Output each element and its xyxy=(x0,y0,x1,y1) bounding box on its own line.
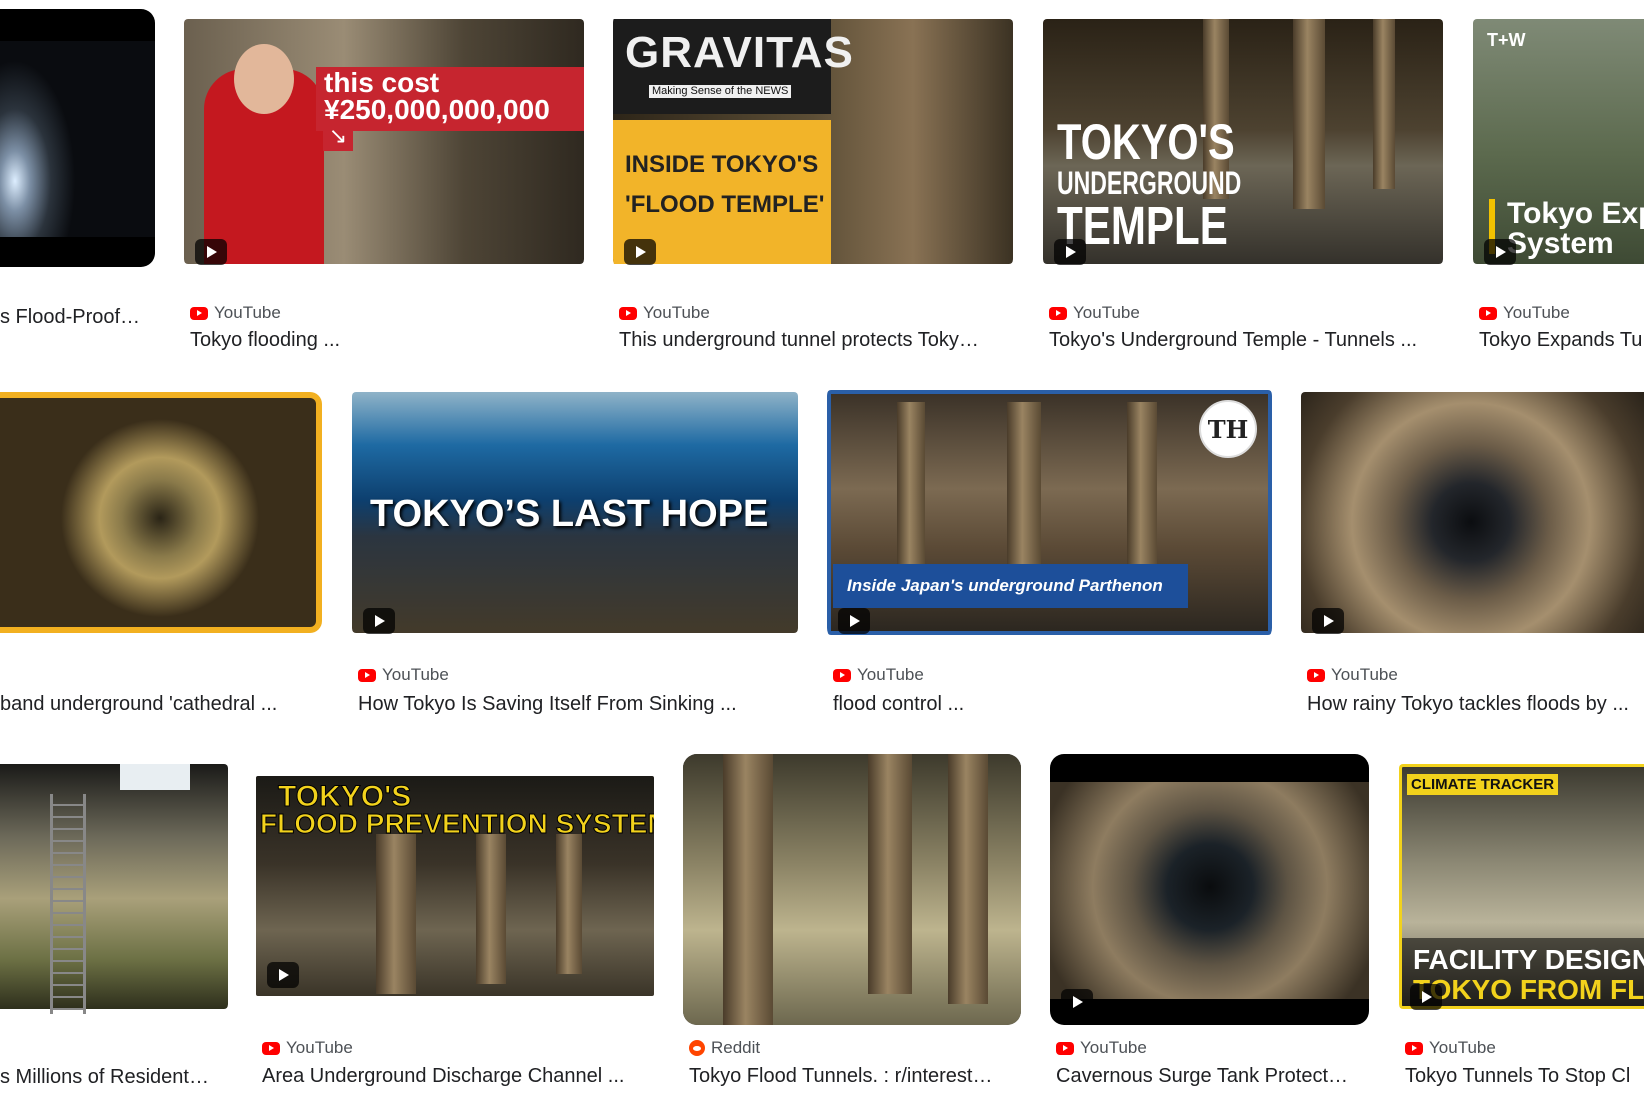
video-thumbnail[interactable]: TOKYO’S LAST HOPE xyxy=(352,382,798,642)
gravitas-logo: GRAVITAS xyxy=(625,28,854,77)
source-name: YouTube xyxy=(1080,1038,1147,1057)
source-name: YouTube xyxy=(214,303,281,322)
youtube-icon xyxy=(1049,306,1067,320)
result-title[interactable]: Area Underground Discharge Channel ... xyxy=(262,1065,652,1088)
result-source[interactable]: YouTube xyxy=(1056,1038,1147,1058)
video-thumbnail[interactable] xyxy=(1301,382,1644,642)
result-title[interactable]: band underground 'cathedral ... xyxy=(0,693,320,716)
source-name: YouTube xyxy=(857,665,924,684)
youtube-icon xyxy=(1405,1041,1423,1055)
thumbnail-caption: TOKYO'S xyxy=(1057,114,1235,170)
result-source[interactable]: YouTube xyxy=(619,303,710,323)
video-thumbnail[interactable] xyxy=(0,9,155,267)
thumbnail-tag: CLIMATE TRACKER xyxy=(1407,774,1559,795)
result-source[interactable]: YouTube xyxy=(262,1038,353,1058)
result-source[interactable]: YouTube xyxy=(1307,665,1398,685)
video-thumbnail[interactable]: T+W Tokyo Exp System xyxy=(1473,9,1644,273)
result-source[interactable]: YouTube xyxy=(190,303,281,323)
play-icon xyxy=(1061,989,1093,1015)
result-title[interactable]: flood control ... xyxy=(833,693,1273,716)
result-title[interactable]: Tokyo flooding ... xyxy=(190,329,580,352)
thumbnail-tagline: Making Sense of the NEWS xyxy=(649,85,792,98)
thumbnail-caption: ¥250,000,000,000 xyxy=(324,94,550,125)
result-title[interactable]: Cavernous Surge Tank Protect… xyxy=(1056,1065,1369,1088)
youtube-icon xyxy=(1307,668,1325,682)
youtube-icon xyxy=(833,668,851,682)
play-icon xyxy=(838,608,870,634)
source-name: Reddit xyxy=(711,1038,761,1057)
video-thumbnail[interactable]: TOKYO'S FLOOD PREVENTION SYSTEM xyxy=(256,754,654,1018)
source-name: YouTube xyxy=(286,1038,353,1057)
youtube-icon xyxy=(1479,306,1497,320)
youtube-icon xyxy=(358,668,376,682)
play-icon xyxy=(195,239,227,265)
result-source[interactable]: YouTube xyxy=(358,665,449,685)
thumbnail-caption: FACILITY DESIGN xyxy=(1413,944,1644,975)
play-icon xyxy=(267,962,299,988)
video-thumbnail[interactable]: TOKYO'S UNDERGROUND TEMPLE xyxy=(1043,9,1443,273)
result-title[interactable]: Tokyo Expands Tu xyxy=(1479,329,1644,352)
th-logo: TH xyxy=(1199,400,1257,458)
play-icon xyxy=(1054,239,1086,265)
result-title[interactable]: This underground tunnel protects Toky… xyxy=(619,329,1009,352)
play-icon xyxy=(1312,608,1344,634)
result-source[interactable]: Reddit xyxy=(689,1038,760,1058)
result-title[interactable]: Tokyo Tunnels To Stop Cl xyxy=(1405,1065,1644,1088)
result-source[interactable]: YouTube xyxy=(1479,303,1570,323)
youtube-icon xyxy=(262,1041,280,1055)
youtube-icon xyxy=(1056,1041,1074,1055)
result-source[interactable]: YouTube xyxy=(1049,303,1140,323)
video-thumbnail[interactable]: this cost ¥250,000,000,000 ↘ xyxy=(184,9,584,273)
arrow-down-right-icon: ↘ xyxy=(323,123,353,151)
video-thumbnail[interactable] xyxy=(683,754,1021,1025)
thumbnail-caption: INSIDE TOKYO'S xyxy=(625,151,819,178)
video-thumbnail[interactable] xyxy=(0,754,228,1018)
result-title[interactable]: How Tokyo Is Saving Itself From Sinking … xyxy=(358,693,798,716)
thumbnail-caption: Tokyo Exp xyxy=(1507,197,1644,230)
tw-logo: T+W xyxy=(1487,30,1526,50)
thumbnail-caption: FLOOD PREVENTION SYSTEM xyxy=(260,808,654,839)
thumbnail-caption: TOKYO FROM FL xyxy=(1413,974,1644,1005)
thumbnail-caption: TOKYO’S LAST HOPE xyxy=(370,493,769,535)
result-source[interactable]: YouTube xyxy=(1405,1038,1496,1058)
play-icon xyxy=(363,608,395,634)
source-name: YouTube xyxy=(1429,1038,1496,1057)
thumbnail-caption: System xyxy=(1507,227,1614,260)
play-icon xyxy=(1484,239,1516,265)
reddit-icon xyxy=(689,1040,705,1056)
result-title[interactable]: Tokyo's Underground Temple - Tunnels ... xyxy=(1049,329,1439,352)
thumbnail-caption: UNDERGROUND xyxy=(1057,165,1242,201)
youtube-icon xyxy=(190,306,208,320)
video-thumbnail[interactable] xyxy=(0,382,322,642)
youtube-icon xyxy=(619,306,637,320)
play-icon xyxy=(1410,984,1442,1010)
result-title[interactable]: s Flood-Proof… xyxy=(0,306,140,329)
result-title[interactable]: Tokyo Flood Tunnels. : r/interest… xyxy=(689,1065,1021,1088)
video-thumbnail[interactable] xyxy=(1050,754,1369,1025)
source-name: YouTube xyxy=(643,303,710,322)
video-thumbnail[interactable]: GRAVITAS Making Sense of the NEWS INSIDE… xyxy=(613,9,1013,273)
source-name: YouTube xyxy=(382,665,449,684)
thumbnail-caption: this cost xyxy=(324,67,440,98)
result-source[interactable]: YouTube xyxy=(833,665,924,685)
source-name: YouTube xyxy=(1073,303,1140,322)
thumbnail-caption: 'FLOOD TEMPLE' xyxy=(625,191,825,218)
result-title[interactable]: How rainy Tokyo tackles floods by ... xyxy=(1307,693,1644,716)
thumbnail-caption: Inside Japan's underground Parthenon xyxy=(847,576,1163,595)
video-thumbnail[interactable]: CLIMATE TRACKER FACILITY DESIGN TOKYO FR… xyxy=(1399,754,1644,1018)
source-name: YouTube xyxy=(1503,303,1570,322)
play-icon xyxy=(624,239,656,265)
source-name: YouTube xyxy=(1331,665,1398,684)
video-thumbnail[interactable]: TH Inside Japan's underground Parthenon xyxy=(827,382,1272,642)
result-title[interactable]: s Millions of Resident… xyxy=(0,1066,222,1089)
